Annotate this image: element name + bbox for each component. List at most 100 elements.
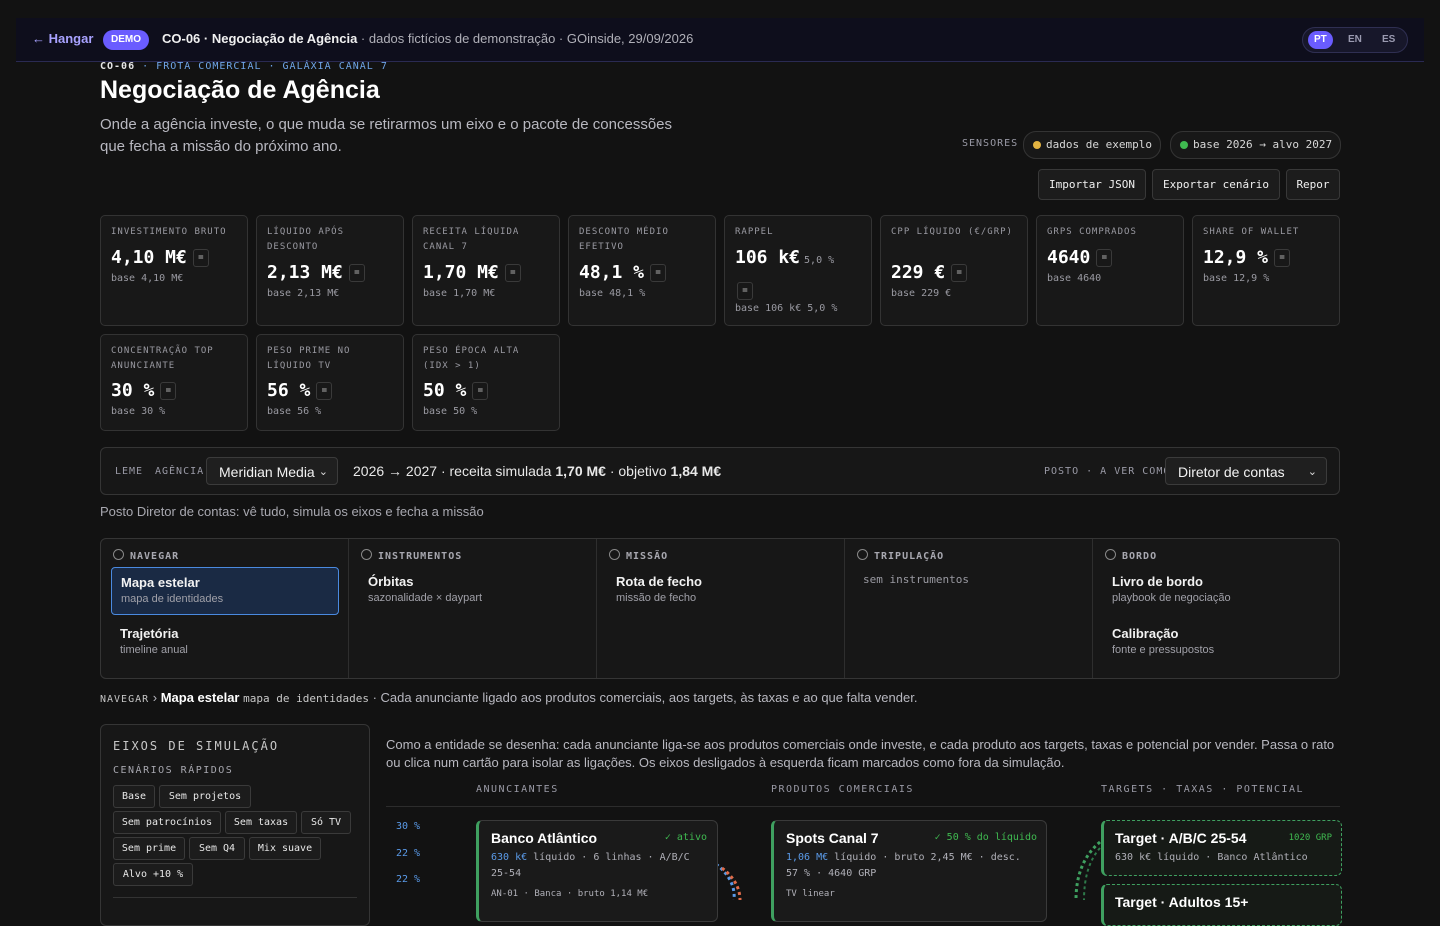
language-switcher: PT EN ES <box>1302 27 1408 53</box>
scenario-chip[interactable]: Sem taxas <box>225 811 297 834</box>
kpi-base: base 106 k€ 5,0 % <box>735 303 838 314</box>
mission-code: CO-06 <box>100 61 136 72</box>
kpi-value: 4,10 M€ = <box>111 247 209 268</box>
helm-bar: LEME AGÊNCIA Meridian Media ⌄ 2026 → 2027… <box>100 447 1340 495</box>
scenario-chip[interactable]: Alvo +10 % <box>113 863 193 886</box>
scenario-chip[interactable]: Sem projetos <box>159 785 251 808</box>
kpi-delta: = <box>1274 249 1291 267</box>
column-header-advertisers: ANUNCIANTES <box>476 784 559 795</box>
kpi-net-revenue: Receita líquida Canal 7 1,70 M€ = base 1,… <box>412 215 560 326</box>
kpi-base: base 1,70 M€ <box>423 288 496 299</box>
lang-pt-button[interactable]: PT <box>1308 31 1333 49</box>
nav-column-title-text: NAVEGAR <box>130 551 180 562</box>
lang-en-button[interactable]: EN <box>1342 31 1368 49</box>
nav-item-name: Órbitas <box>368 574 414 589</box>
role-select[interactable]: Diretor de contas ⌄ <box>1165 457 1327 485</box>
scenario-chip[interactable]: Só TV <box>301 811 351 834</box>
kpi-value: 48,1 % = <box>579 262 667 283</box>
kpi-value-text: 4,10 M€ <box>111 247 187 268</box>
kpi-base: base 229 € <box>891 288 952 299</box>
share-percent: 22 % <box>396 848 421 859</box>
scenario-chip[interactable]: Sem patrocínios <box>113 811 221 834</box>
kpi-base: base 2,13 M€ <box>267 288 340 299</box>
column-header-targets: TARGETS · TAXAS · POTENCIAL <box>1101 784 1305 795</box>
kpi-gross-investment: Investimento bruto 4,10 M€ = base 4,10 M€ <box>100 215 248 326</box>
advertiser-card[interactable]: Banco Atlântico ✓ ativo 630 k€ líquido ·… <box>476 820 718 922</box>
kpi-label: CPP líquido (€/GRP) <box>891 227 1013 237</box>
kpi-high-season-weight: Peso época alta (IDX > 1) 50 % = base 50 … <box>412 334 560 431</box>
period: 2026 → 2027 <box>353 463 438 479</box>
page-title: Negociação de Agência <box>100 76 380 104</box>
revenue-label: · receita simulada <box>437 463 556 479</box>
kpi-net-cpp: CPP líquido (€/GRP) 229 € = base 229 € <box>880 215 1028 326</box>
kpi-delta: = <box>504 264 521 282</box>
link-icon <box>113 549 124 560</box>
kpi-extra: 5,0 % <box>804 255 835 266</box>
nav-column-tripulacao: TRIPULAÇÃO sem instrumentos <box>845 539 1093 678</box>
kpi-rappel: Rappel 106 k€ 5,0 % = base 106 k€ 5,0 % <box>724 215 872 326</box>
sample-data-text: dados de exemplo <box>1046 138 1152 151</box>
empty-instruments: sem instrumentos <box>863 573 969 586</box>
kpi-value-text: 2,13 M€ <box>267 262 343 283</box>
breadcrumb-page: Mapa estelar <box>160 690 240 705</box>
import-json-button[interactable]: Importar JSON <box>1038 169 1146 200</box>
kpi-delta: = <box>737 282 753 300</box>
nav-item-calibracao[interactable]: Calibração fonte e pressupostos <box>1103 619 1329 665</box>
nav-item-desc: fonte e pressupostos <box>1112 644 1215 656</box>
nav-item-rota-de-fecho[interactable]: Rota de fecho missão de fecho <box>607 567 833 613</box>
advertiser-status: ✓ ativo <box>664 832 707 843</box>
back-to-hangar-link[interactable]: ← Hangar <box>32 31 93 46</box>
simulated-revenue: 1,70 M€ <box>555 463 606 479</box>
breadcrumb-page-code: mapa de identidades <box>243 692 369 705</box>
nav-item-livro-de-bordo[interactable]: Livro de bordo playbook de negociação <box>1103 567 1329 613</box>
lang-es-button[interactable]: ES <box>1376 31 1401 49</box>
sensors-label: SENSORES <box>962 138 1019 149</box>
reset-button[interactable]: Repor <box>1286 169 1340 200</box>
kpi-base: base 12,9 % <box>1203 273 1270 284</box>
kpi-grps-bought: GRPs comprados 4640 = base 4640 <box>1036 215 1184 326</box>
kpi-value-text: 50 % <box>423 380 467 401</box>
kpi-value-text: 106 k€ <box>735 247 801 268</box>
kpi-delta: = <box>951 264 968 282</box>
scenario-chip[interactable]: Mix suave <box>249 837 321 860</box>
helm-summary: 2026 → 2027 · receita simulada 1,70 M€ ·… <box>353 463 721 479</box>
advertiser-name: Banco Atlântico <box>491 830 598 846</box>
nav-column-title: MISSÃO <box>609 549 668 562</box>
objective-label: · objetivo <box>605 463 671 479</box>
top-bar: ← Hangar DEMO CO-06 · Negociação de Agên… <box>16 18 1424 62</box>
breadcrumb-section: NAVEGAR <box>100 694 150 705</box>
nav-item-mapa-estelar[interactable]: Mapa estelar mapa de identidades <box>111 567 339 615</box>
kpi-value: 229 € = <box>891 262 968 283</box>
person-icon <box>609 549 620 560</box>
module-navigation: NAVEGAR Mapa estelar mapa de identidades… <box>100 538 1340 679</box>
nav-column-instrumentos: INSTRUMENTOS Órbitas sazonalidade × dayp… <box>349 539 597 678</box>
product-card[interactable]: Spots Canal 7 ✓ 50 % do líquido 1,06 M€ … <box>771 820 1047 922</box>
gauge-icon <box>361 549 372 560</box>
target-name: Target · Adultos 15+ <box>1115 894 1249 910</box>
kpi-share-of-wallet: Share of wallet 12,9 % = base 12,9 % <box>1192 215 1340 326</box>
kpi-value: 56 % = <box>267 380 333 401</box>
mission-breadcrumb: CO-06 · FROTA COMERCIAL · GALÁXIA CANAL … <box>100 61 388 72</box>
scenario-chip[interactable]: Sem Q4 <box>189 837 245 860</box>
role-select-value: Diretor de contas <box>1178 464 1285 480</box>
kpi-base: base 48,1 % <box>579 288 646 299</box>
target-card[interactable]: Target · A/B/C 25-54 1020 GRP 630 k€ líq… <box>1101 820 1342 876</box>
nav-item-name: Mapa estelar <box>121 575 200 590</box>
nav-column-navegar: NAVEGAR Mapa estelar mapa de identidades… <box>101 539 349 678</box>
target-summary: 630 k€ líquido · Banco Atlântico <box>1115 852 1308 863</box>
kpi-delta-row: = <box>735 280 753 301</box>
breadcrumb: NAVEGAR › Mapa estelar mapa de identidad… <box>100 690 917 705</box>
nav-item-name: Calibração <box>1112 626 1179 641</box>
export-scenario-button[interactable]: Exportar cenário <box>1152 169 1280 200</box>
kpi-value: 1,70 M€ = <box>423 262 521 283</box>
kpi-delta: = <box>1096 249 1113 267</box>
nav-item-trajetoria[interactable]: Trajetória timeline anual <box>111 619 337 665</box>
scenario-chip[interactable]: Base <box>113 785 155 808</box>
kpi-value-text: 48,1 % <box>579 262 645 283</box>
kpi-value: 50 % = <box>423 380 489 401</box>
scenario-chip[interactable]: Sem prime <box>113 837 185 860</box>
nav-item-orbitas[interactable]: Órbitas sazonalidade × daypart <box>359 567 585 613</box>
target-card[interactable]: Target · Adultos 15+ <box>1101 884 1342 926</box>
agency-select[interactable]: Meridian Media ⌄ <box>206 457 338 485</box>
role-note: Posto Diretor de contas: vê tudo, simula… <box>100 504 484 519</box>
